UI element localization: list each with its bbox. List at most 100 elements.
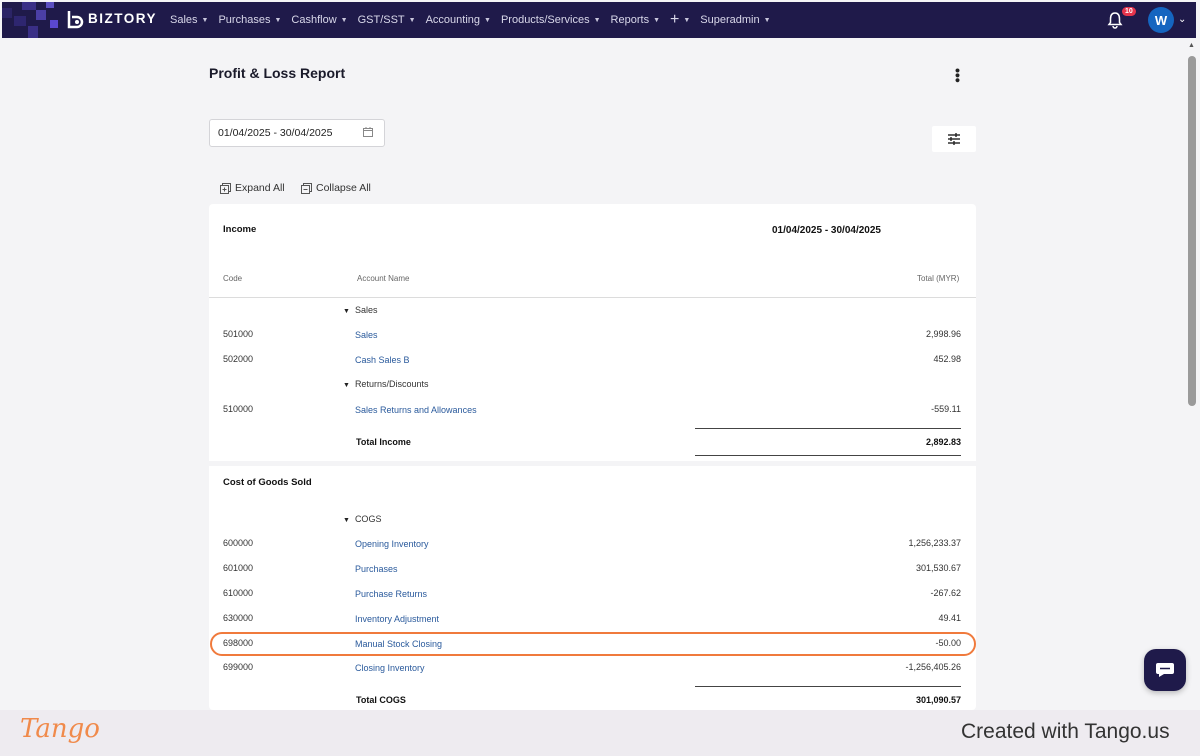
nav-cashflow[interactable]: Cashflow ▼ [291, 14, 347, 26]
highlighted-row-outline [210, 632, 976, 656]
section-separator [209, 461, 976, 466]
group-label: COGS [354, 514, 382, 524]
nav-purchases[interactable]: Purchases ▼ [218, 14, 281, 26]
group-toggle-sales[interactable]: ▼ Sales [343, 305, 377, 315]
page-title: Profit & Loss Report [209, 65, 346, 81]
nav-label: GST/SST [357, 14, 405, 26]
account-link[interactable]: Purchase Returns [355, 589, 427, 599]
collapse-all-label: Collapse All [316, 182, 371, 194]
calendar-icon[interactable] [363, 127, 373, 137]
account-amount: 301,530.67 [915, 563, 961, 573]
chevron-down-icon: ▼ [408, 16, 416, 24]
brand-name: BIZTORY [88, 11, 158, 26]
more-options-icon[interactable]: ••• [950, 68, 966, 83]
account-link[interactable]: Purchases [355, 564, 398, 574]
nav-label: Products/Services [500, 14, 590, 26]
caret-down-icon: ▼ [343, 308, 350, 315]
group-toggle-returns-discounts[interactable]: ▼ Returns/Discounts [343, 379, 428, 389]
account-amount: 1,256,233.37 [908, 538, 961, 548]
chevron-down-icon: ▼ [763, 16, 771, 24]
caret-down-icon: ▼ [343, 382, 350, 389]
account-code: 630000 [223, 613, 254, 623]
total-line-bottom [695, 455, 961, 456]
account-amount: -1,256,405.26 [905, 662, 961, 672]
nav-label: Sales [170, 14, 198, 26]
date-range-field[interactable]: 01/04/2025 - 30/04/2025 [209, 119, 385, 147]
account-code: 502000 [223, 354, 254, 364]
expand-icon [220, 182, 231, 194]
total-line-top [695, 686, 961, 687]
total-cogs-amount: 301,090.57 [915, 695, 961, 705]
total-cogs-label: Total COGS [356, 695, 406, 705]
nav-reports[interactable]: Reports ▼ [611, 14, 660, 26]
nav-label: Cashflow [291, 14, 337, 26]
account-link[interactable]: Sales [355, 330, 378, 340]
account-amount: 452.98 [933, 354, 961, 364]
group-toggle-cogs[interactable]: ▼ COGS [343, 514, 381, 524]
header-divider [209, 297, 976, 298]
chat-support-button[interactable] [1144, 649, 1186, 691]
caret-down-icon: ▼ [343, 517, 350, 524]
brand-logo-area[interactable]: BIZTORY [2, 2, 167, 38]
account-code: 601000 [223, 563, 254, 573]
account-amount: 49.41 [938, 613, 961, 623]
notification-badge: 10 [1122, 7, 1136, 16]
account-link[interactable]: Inventory Adjustment [355, 614, 439, 624]
chevron-down-icon: ▼ [683, 16, 691, 24]
created-with-text: Created with Tango.us [961, 720, 1170, 743]
account-link[interactable]: Closing Inventory [355, 663, 425, 673]
nav-sales[interactable]: Sales ▼ [170, 14, 208, 26]
account-amount: 2,998.96 [925, 329, 961, 339]
account-code: 510000 [223, 404, 254, 414]
total-line-top [695, 428, 961, 429]
bell-icon[interactable] [1106, 11, 1124, 29]
account-code: 600000 [223, 538, 254, 548]
scrollbar-thumb[interactable] [1188, 56, 1196, 406]
column-header-total: Total (MYR) [917, 274, 960, 283]
account-link[interactable]: Sales Returns and Allowances [355, 405, 477, 415]
sliders-icon [948, 133, 960, 145]
expand-all-label: Expand All [235, 182, 285, 194]
income-section-title: Income [223, 224, 257, 235]
nav-label: Superadmin [700, 14, 760, 26]
column-header-account: Account Name [357, 274, 410, 283]
nav-label: Purchases [218, 14, 271, 26]
account-link[interactable]: Cash Sales B [355, 355, 410, 365]
account-code: 501000 [223, 329, 254, 339]
nav-accounting[interactable]: Accounting ▼ [426, 14, 491, 26]
collapse-all-button[interactable]: Collapse All [301, 182, 371, 194]
scroll-up-arrow-icon[interactable]: ▲ [1188, 42, 1195, 49]
account-code: 699000 [223, 662, 254, 672]
group-label: Returns/Discounts [354, 379, 429, 389]
tango-logo: Tango [20, 714, 100, 744]
nav-superadmin[interactable]: Superadmin ▼ [700, 14, 770, 26]
period-header: 01/04/2025 - 30/04/2025 [772, 225, 881, 236]
group-label: Sales [354, 305, 378, 315]
plus-icon: + [670, 11, 680, 28]
chevron-down-icon: ▼ [484, 16, 491, 24]
nav-products-services[interactable]: Products/Services ▼ [501, 14, 601, 26]
account-amount: -559.11 [931, 404, 961, 414]
top-navbar: BIZTORY Sales ▼ Purchases ▼ Cashflow ▼ GST/… [2, 2, 1196, 38]
cogs-section-title: Cost of Goods Sold [223, 477, 312, 488]
expand-all-button[interactable]: Expand All [220, 182, 285, 194]
nav-quick-add[interactable]: + ▼ [670, 12, 690, 28]
nav-gst-sst[interactable]: GST/SST ▼ [358, 14, 416, 26]
chevron-down-icon: ▼ [340, 16, 348, 24]
total-income-amount: 2,892.83 [925, 437, 961, 447]
chat-icon [1156, 663, 1174, 677]
chevron-down-icon[interactable]: ⌄ [1178, 14, 1186, 25]
avatar[interactable]: W [1148, 7, 1174, 33]
main-nav: Sales ▼ Purchases ▼ Cashflow ▼ GST/SST ▼ Acc… [170, 2, 771, 38]
account-link[interactable]: Opening Inventory [355, 539, 429, 549]
chevron-down-icon: ▼ [201, 16, 209, 24]
column-header-code: Code [223, 274, 243, 283]
account-amount: -267.62 [930, 588, 961, 598]
filter-settings-button[interactable] [932, 126, 976, 152]
total-income-label: Total Income [356, 437, 411, 447]
collapse-icon [301, 182, 312, 194]
nav-label: Reports [610, 14, 650, 26]
chevron-down-icon: ▼ [653, 16, 661, 24]
chevron-down-icon: ▼ [593, 16, 601, 24]
chevron-down-icon: ▼ [274, 16, 282, 24]
